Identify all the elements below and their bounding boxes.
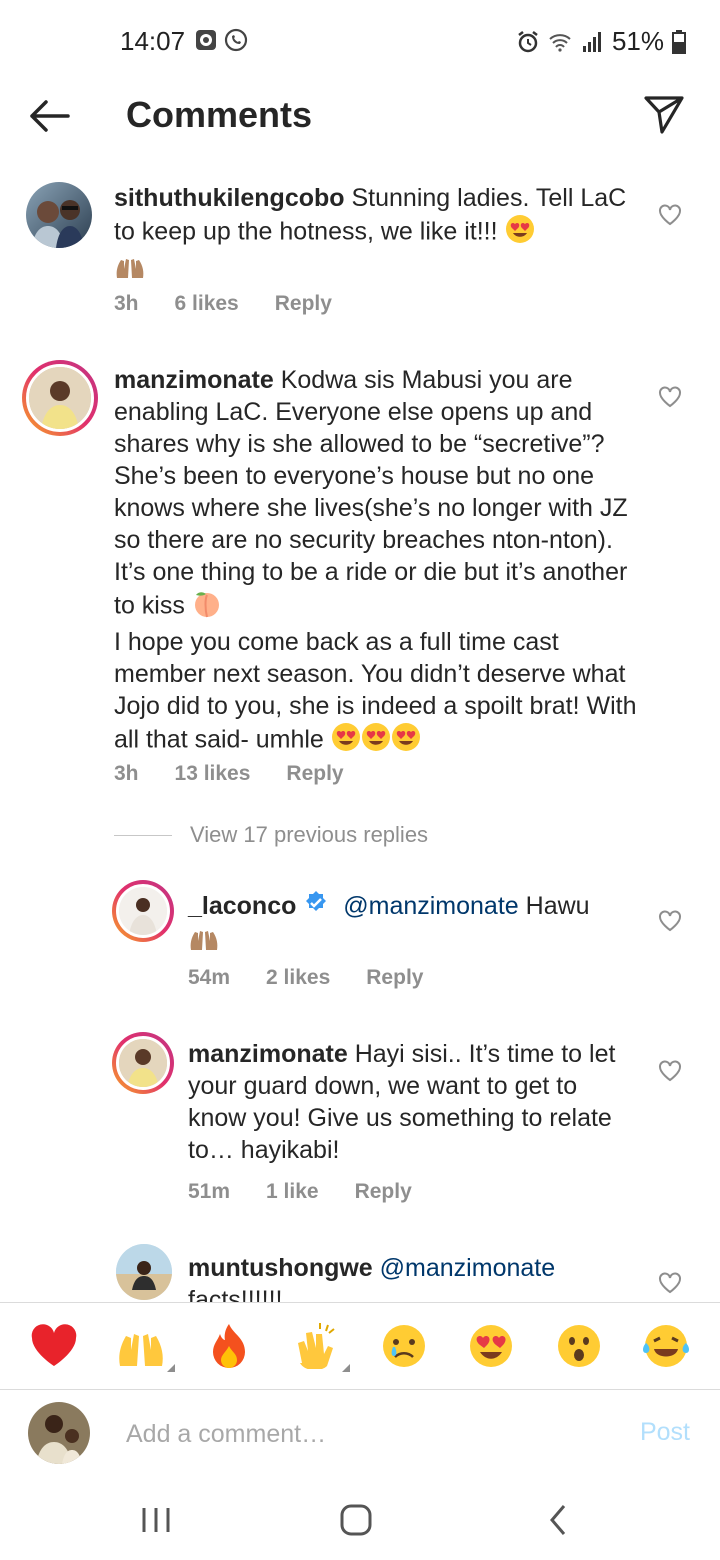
reply-likes[interactable]: 1 like: [266, 1180, 319, 1204]
page-title: Comments: [126, 94, 313, 135]
surprised-emoji-button[interactable]: [551, 1318, 607, 1374]
comment-likes[interactable]: 6 likes: [175, 292, 239, 316]
reply-username[interactable]: muntushongwe: [188, 1254, 373, 1282]
alarm-icon: [518, 30, 538, 52]
crying-face-icon: [382, 1325, 425, 1367]
like-heart-icon[interactable]: [658, 386, 682, 408]
gallery-notification-icon: [196, 30, 216, 50]
comments-list: sithuthukilengcobo Stunning ladies. Tell…: [0, 160, 720, 1302]
send-icon[interactable]: [642, 92, 686, 136]
raising-hands-emoji-button[interactable]: [113, 1318, 176, 1374]
status-time: 14:07: [120, 26, 186, 56]
reply-body: Hawu: [525, 892, 590, 920]
view-replies-label: View 17 previous replies: [190, 822, 429, 847]
battery-percent: 51%: [611, 26, 664, 56]
heart-eyes-emoji: [391, 722, 421, 760]
surprised-face-icon: [557, 1325, 600, 1367]
red-heart-icon: [31, 1324, 77, 1366]
comment-input[interactable]: [126, 1416, 606, 1452]
reply-username[interactable]: manzimonate: [188, 1040, 348, 1068]
verified-badge-icon: [303, 890, 329, 924]
like-heart-icon[interactable]: [658, 204, 682, 226]
divider: [114, 834, 172, 836]
clapping-hands-icon: [298, 1323, 335, 1369]
reply-time: 54m: [188, 966, 231, 989]
clapping-emoji-button[interactable]: [288, 1318, 351, 1374]
avatar[interactable]: [112, 880, 174, 942]
like-heart-icon[interactable]: [658, 1272, 682, 1294]
comment-likes[interactable]: 13 likes: [175, 762, 251, 786]
heart-eyes-emoji: [505, 214, 535, 252]
comment-time: 3h: [114, 292, 139, 315]
heart-eyes-icon: [470, 1325, 513, 1367]
reply-button[interactable]: Reply: [355, 1180, 412, 1204]
recent-apps-icon[interactable]: [136, 1502, 176, 1538]
whatsapp-icon: [224, 28, 248, 52]
tears-of-joy-emoji-button[interactable]: [638, 1318, 694, 1374]
like-heart-icon[interactable]: [658, 910, 682, 932]
heart-eyes-emoji: [331, 722, 361, 760]
heart-eyes-emoji: [361, 722, 391, 760]
reply-likes[interactable]: 2 likes: [266, 966, 330, 990]
comment-username[interactable]: manzimonate: [114, 366, 274, 394]
reply-time: 51m: [188, 1180, 231, 1203]
quick-emoji-bar: [0, 1302, 720, 1390]
reply-button[interactable]: Reply: [275, 292, 332, 316]
view-previous-replies[interactable]: View 17 previous replies: [114, 822, 428, 848]
battery-icon: [672, 29, 686, 54]
like-heart-icon[interactable]: [658, 1060, 682, 1082]
tears-of-joy-icon: [643, 1325, 690, 1367]
heart-eyes-emoji-button[interactable]: [463, 1318, 519, 1374]
raising-hands-emoji: [188, 924, 220, 960]
mention-link[interactable]: @manzimonate: [380, 1254, 555, 1282]
avatar[interactable]: [112, 1032, 174, 1094]
comment-time: 3h: [114, 762, 139, 785]
mention-link[interactable]: @manzimonate: [343, 892, 518, 920]
reply-body: facts!!!!!!: [188, 1286, 283, 1302]
wifi-icon: [549, 33, 571, 52]
crying-emoji-button[interactable]: [376, 1318, 432, 1374]
post-button[interactable]: Post: [640, 1418, 690, 1447]
comment-composer: Post: [0, 1390, 720, 1480]
avatar[interactable]: [22, 360, 98, 436]
raising-hands-icon: [119, 1334, 163, 1366]
fire-emoji-button[interactable]: [201, 1318, 257, 1374]
fire-icon: [212, 1324, 245, 1368]
comment-username[interactable]: sithuthukilengcobo: [114, 184, 345, 212]
reply-button[interactable]: Reply: [366, 966, 423, 990]
system-nav-bar: [0, 1480, 720, 1560]
signal-icon: [582, 31, 601, 52]
avatar[interactable]: [116, 1244, 172, 1300]
my-avatar[interactable]: [28, 1402, 90, 1464]
back-arrow-icon[interactable]: [26, 96, 72, 136]
reply-button[interactable]: Reply: [286, 762, 343, 786]
home-icon[interactable]: [336, 1502, 376, 1538]
reply-username[interactable]: _laconco: [188, 892, 296, 920]
peach-emoji: [192, 588, 222, 626]
header: Comments: [0, 80, 720, 152]
back-icon[interactable]: [540, 1502, 580, 1538]
comment-body: Kodwa sis Mabusi you are enabling LaC. E…: [114, 366, 628, 620]
avatar[interactable]: [26, 182, 92, 248]
heart-emoji-button[interactable]: [26, 1318, 82, 1374]
raising-hands-emoji: [114, 252, 146, 288]
status-bar: 14:07 51%: [0, 0, 720, 80]
